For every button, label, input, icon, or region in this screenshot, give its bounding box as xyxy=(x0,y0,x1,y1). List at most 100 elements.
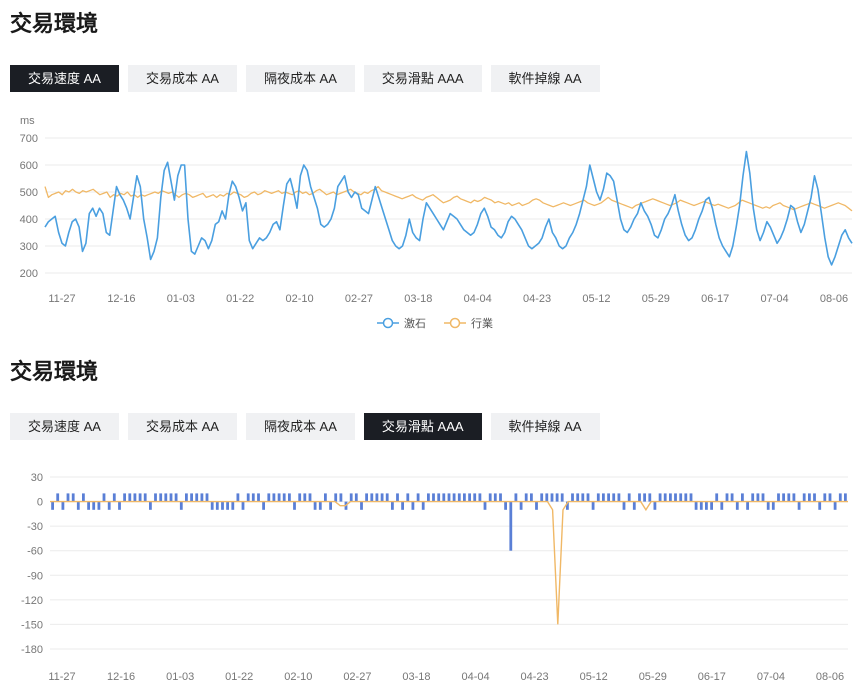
bar xyxy=(730,493,734,502)
bar xyxy=(339,493,343,502)
bar xyxy=(535,501,538,510)
bar xyxy=(360,501,363,510)
legend-label: 行業 xyxy=(471,317,493,330)
y-tick-label: -120 xyxy=(21,595,43,607)
bar xyxy=(118,501,121,510)
bar xyxy=(87,501,90,510)
bar xyxy=(329,501,332,510)
tab-disconnect[interactable]: 軟件掉線 AA xyxy=(490,65,600,92)
x-tick-label: 04-04 xyxy=(461,671,489,683)
bar xyxy=(411,501,415,510)
bar xyxy=(51,501,54,510)
legend-marker xyxy=(449,317,461,329)
bar xyxy=(313,501,317,510)
bar xyxy=(607,493,610,502)
bar xyxy=(777,493,780,502)
y-tick-label: -180 xyxy=(21,644,43,656)
bar xyxy=(540,493,544,502)
bar xyxy=(76,501,80,510)
bar xyxy=(493,493,497,502)
tab-slippage[interactable]: 交易滑點 AAA xyxy=(363,413,482,440)
bar xyxy=(226,501,229,510)
tab-trade-speed[interactable]: 交易速度 AA xyxy=(10,413,119,440)
bar xyxy=(236,493,240,502)
tab-trade-cost[interactable]: 交易成本 AA xyxy=(127,413,237,440)
bar xyxy=(71,493,75,502)
bar xyxy=(519,501,523,510)
series-line xyxy=(50,500,848,625)
bar xyxy=(555,493,559,502)
bar xyxy=(210,501,214,510)
bar xyxy=(627,493,631,502)
series-line xyxy=(44,185,853,212)
tab-bar-1: 交易速度 AA 交易成本 AA 隔夜成本 AA 交易滑點 AAA 軟件掉線 AA xyxy=(10,65,600,92)
bar xyxy=(581,493,585,502)
bar xyxy=(602,493,605,502)
tab-slippage[interactable]: 交易滑點 AAA xyxy=(363,65,482,92)
bar xyxy=(159,493,163,502)
bar xyxy=(761,493,765,502)
bar xyxy=(488,493,492,502)
x-tick-label: 03-18 xyxy=(402,671,430,683)
bar xyxy=(514,493,518,502)
bar xyxy=(571,493,574,502)
bar xyxy=(293,501,296,510)
bar xyxy=(174,493,178,502)
bar xyxy=(797,501,801,510)
bar xyxy=(437,493,441,502)
bar xyxy=(457,493,461,502)
bar xyxy=(524,493,528,502)
bar xyxy=(782,493,785,502)
x-tick-label: 11-27 xyxy=(48,293,75,305)
bar xyxy=(818,501,822,510)
bar xyxy=(504,501,507,510)
bar xyxy=(530,493,533,502)
x-tick-label: 01-03 xyxy=(167,293,195,305)
bar xyxy=(221,501,224,510)
bar xyxy=(334,493,338,502)
bar xyxy=(643,493,646,502)
x-tick-label: 07-04 xyxy=(757,671,785,683)
y-tick-label: -90 xyxy=(27,570,43,582)
bar xyxy=(288,493,291,502)
bar xyxy=(303,493,307,502)
tab-disconnect[interactable]: 軟件掉線 AA xyxy=(490,413,600,440)
y-tick-label: 600 xyxy=(20,160,38,172)
bar xyxy=(318,501,322,510)
x-tick-label: 01-22 xyxy=(226,293,254,305)
bar xyxy=(200,493,204,502)
bar xyxy=(138,493,142,502)
legend-label: 激石 xyxy=(404,316,426,330)
bar xyxy=(699,501,703,510)
tab-bar-2: 交易速度 AA 交易成本 AA 隔夜成本 AA 交易滑點 AAA 軟件掉線 AA xyxy=(10,413,600,440)
series-line xyxy=(44,150,853,266)
bar xyxy=(653,501,657,510)
x-tick-label: 02-10 xyxy=(284,671,312,683)
bar xyxy=(406,493,410,502)
x-tick-label: 04-23 xyxy=(521,671,549,683)
y-tick-label: -60 xyxy=(27,546,43,558)
bar xyxy=(272,493,276,502)
bar xyxy=(282,493,286,502)
bar xyxy=(638,493,641,502)
bar xyxy=(231,501,235,510)
bar xyxy=(442,493,446,502)
y-tick-label: 400 xyxy=(20,214,38,226)
bar xyxy=(61,501,65,510)
bar xyxy=(483,501,487,510)
bar xyxy=(735,501,739,510)
tab-overnight-cost[interactable]: 隔夜成本 AA xyxy=(245,65,355,92)
tab-trade-cost[interactable]: 交易成本 AA xyxy=(127,65,237,92)
tab-overnight-cost[interactable]: 隔夜成本 AA xyxy=(245,413,355,440)
bar xyxy=(478,493,482,502)
bar xyxy=(349,493,353,502)
bar xyxy=(370,493,374,502)
legend-marker xyxy=(382,317,394,329)
bar xyxy=(632,501,636,510)
bar xyxy=(669,493,672,502)
bar xyxy=(792,493,796,502)
tab-trade-speed[interactable]: 交易速度 AA xyxy=(10,65,119,92)
bar xyxy=(149,501,152,510)
bar xyxy=(468,493,471,502)
bar xyxy=(622,501,626,510)
